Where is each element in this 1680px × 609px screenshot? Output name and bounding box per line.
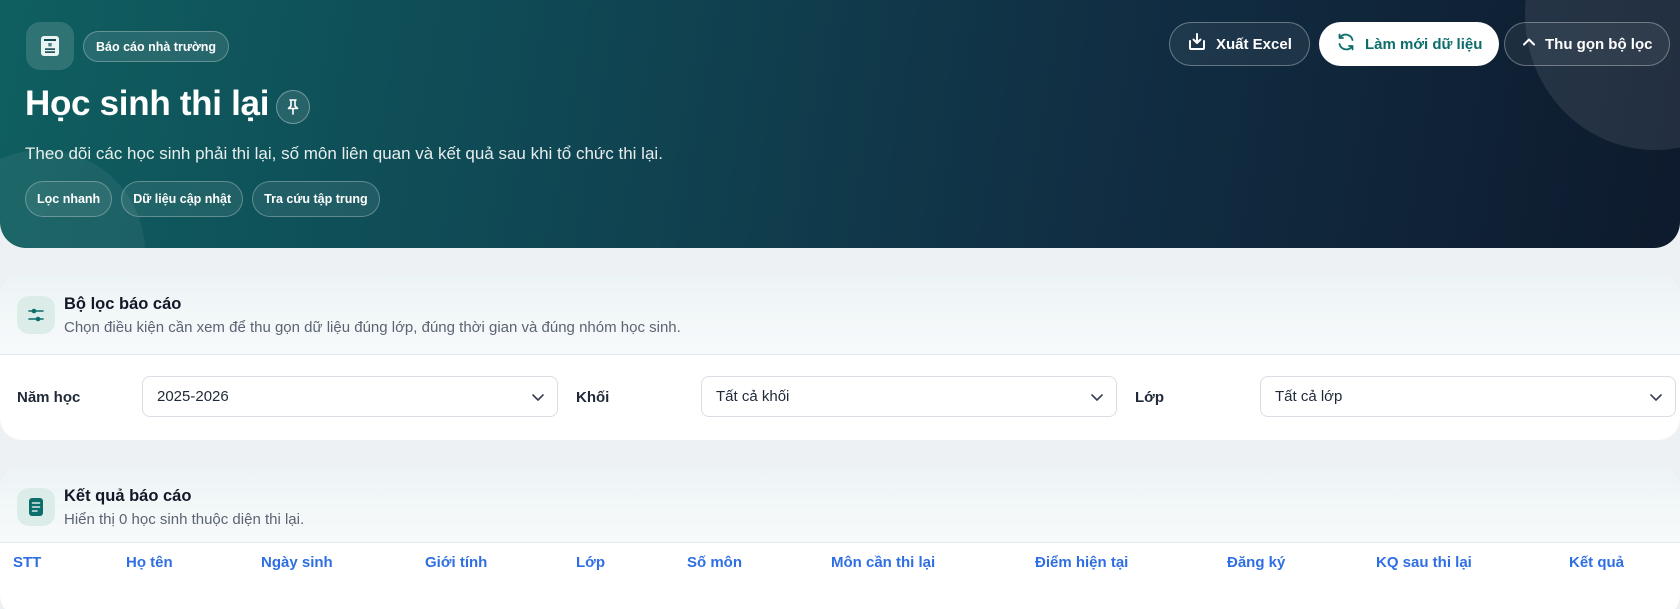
grade-label: Khối [576, 389, 610, 406]
collapse-filter-label: Thu gọn bộ lọc [1545, 35, 1653, 53]
refresh-data-label: Làm mới dữ liệu [1365, 35, 1483, 53]
class-label: Lớp [1135, 389, 1164, 406]
sliders-icon [17, 296, 55, 334]
school-year-select[interactable]: 2025-2026 [142, 376, 558, 417]
chip-central-lookup[interactable]: Tra cứu tập trung [252, 181, 380, 217]
grade-value: Tất cả khối [716, 388, 790, 405]
filter-title: Bộ lọc báo cáo [64, 295, 182, 313]
filter-card-header: Bộ lọc báo cáo Chọn điều kiện cần xem để… [0, 275, 1680, 355]
pin-icon[interactable] [276, 90, 310, 124]
column-header-registration[interactable]: Đăng ký [1227, 554, 1285, 571]
result-title: Kết quả báo cáo [64, 487, 192, 505]
chevron-down-icon [1649, 390, 1663, 408]
chevron-down-icon [531, 390, 545, 408]
collapse-filter-button[interactable]: Thu gọn bộ lọc [1504, 22, 1671, 66]
column-header-full-name[interactable]: Họ tên [126, 554, 173, 571]
column-header-subject-count[interactable]: Số môn [687, 554, 742, 571]
grade-select[interactable]: Tất cả khối [701, 376, 1117, 417]
column-header-current-score[interactable]: Điểm hiện tại [1035, 554, 1128, 571]
result-subtitle: Hiển thị 0 học sinh thuộc diện thi lại. [64, 511, 305, 528]
column-header-stt[interactable]: STT [13, 554, 41, 571]
filter-card: Bộ lọc báo cáo Chọn điều kiện cần xem để… [0, 275, 1680, 440]
filter-subtitle: Chọn điều kiện cần xem để thu gọn dữ liệ… [64, 319, 681, 336]
chip-updated-data[interactable]: Dữ liệu cập nhật [121, 181, 244, 217]
column-header-gender[interactable]: Giới tính [425, 554, 487, 571]
document-icon [17, 488, 55, 526]
column-header-birth-date[interactable]: Ngày sinh [261, 554, 333, 571]
page-hero: Báo cáo nhà trường Học sinh thi lại Theo… [0, 0, 1680, 248]
class-select[interactable]: Tất cả lớp [1260, 376, 1676, 417]
export-excel-button[interactable]: Xuất Excel [1169, 22, 1310, 66]
school-year-label: Năm học [17, 389, 81, 406]
chevron-down-icon [1090, 390, 1104, 408]
result-card: Kết quả báo cáo Hiển thị 0 học sinh thuộ… [0, 467, 1680, 609]
export-excel-label: Xuất Excel [1216, 35, 1292, 53]
refresh-data-button[interactable]: Làm mới dữ liệu [1319, 22, 1500, 66]
column-header-retake-subjects[interactable]: Môn cần thi lại [831, 554, 935, 571]
result-card-header: Kết quả báo cáo Hiển thị 0 học sinh thuộ… [0, 467, 1680, 543]
chip-quick-filter[interactable]: Lọc nhanh [25, 181, 113, 217]
page-title: Học sinh thi lại [25, 84, 270, 123]
column-header-result[interactable]: Kết quả [1569, 554, 1624, 571]
school-year-value: 2025-2026 [157, 388, 229, 405]
refresh-icon [1336, 32, 1356, 56]
chevron-up-icon [1522, 35, 1536, 53]
column-header-class[interactable]: Lớp [576, 554, 605, 571]
report-badge: Báo cáo nhà trường [83, 31, 230, 62]
class-value: Tất cả lớp [1275, 388, 1343, 405]
quick-chips: Lọc nhanh Dữ liệu cập nhật Tra cứu tập t… [25, 181, 380, 217]
page-subtitle: Theo dõi các học sinh phải thi lại, số m… [25, 144, 663, 163]
calculator-icon [26, 22, 74, 70]
column-header-retake-result[interactable]: KQ sau thi lại [1376, 554, 1472, 571]
download-icon [1187, 32, 1207, 56]
